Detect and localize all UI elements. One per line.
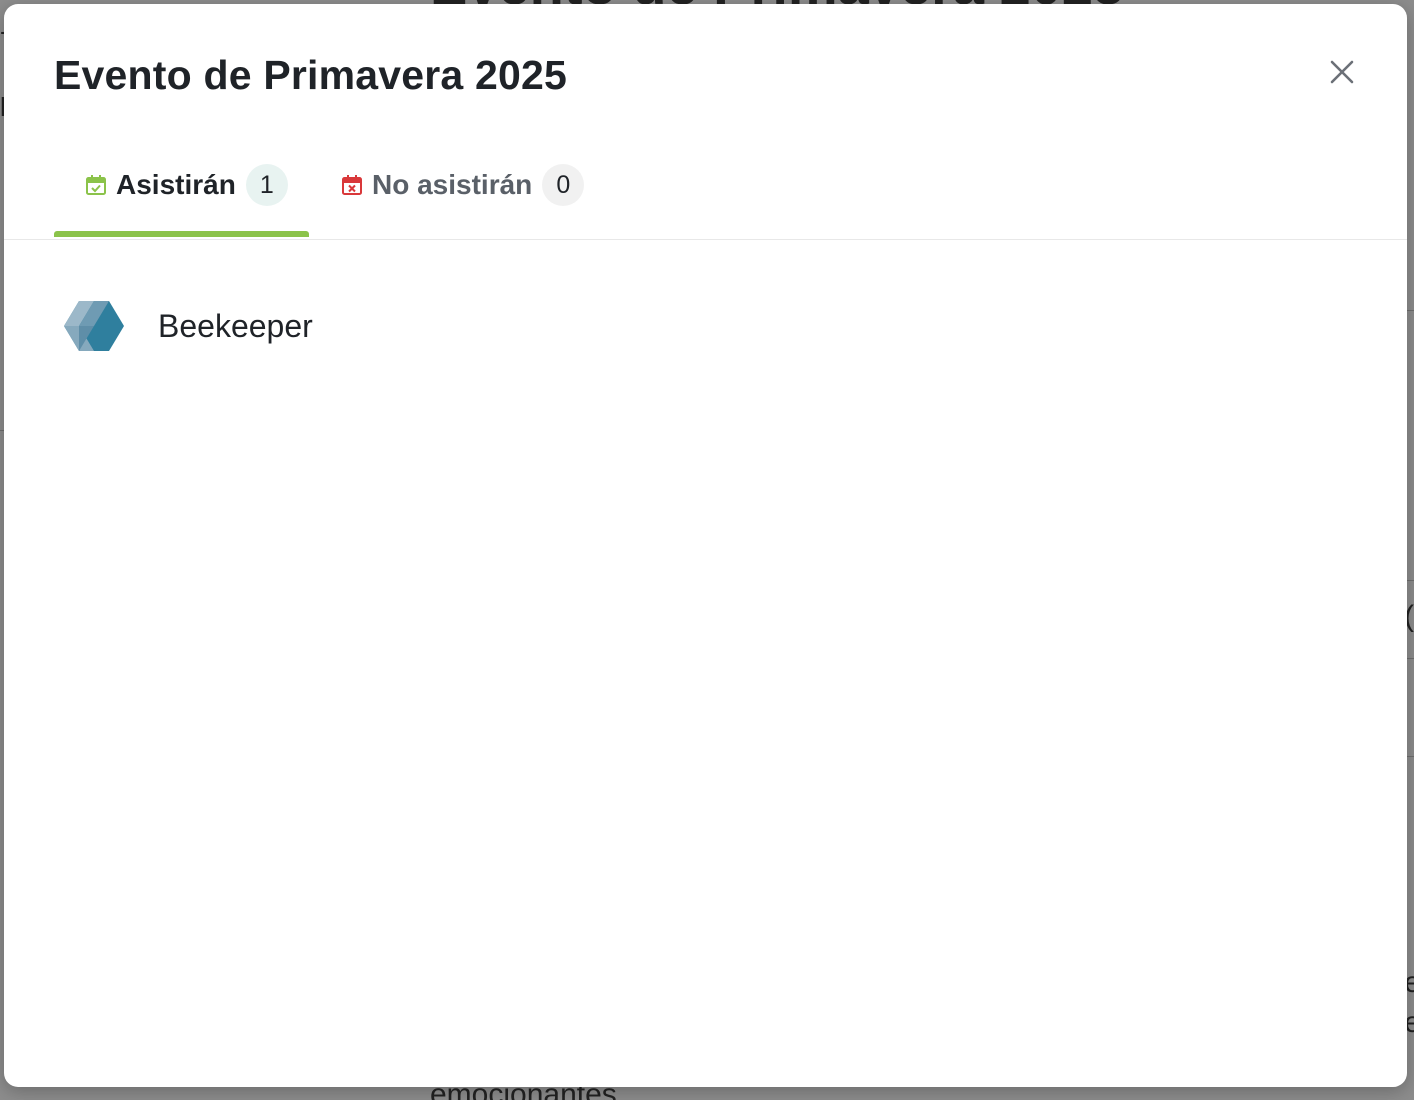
- attendance-tabs: Asistirán 1 No asistirán 0: [4, 134, 1407, 240]
- close-button[interactable]: [1322, 52, 1362, 92]
- tab-attending-count: 1: [245, 164, 288, 206]
- tab-attending[interactable]: Asistirán 1: [84, 160, 288, 210]
- background-divider: [1406, 658, 1414, 659]
- background-divider: [1406, 310, 1414, 311]
- calendar-check-icon: [84, 173, 108, 197]
- tab-not-attending-count: 0: [542, 164, 585, 206]
- tab-attending-label: Asistirán: [116, 169, 236, 200]
- modal-title: Evento de Primavera 2025: [54, 52, 568, 98]
- attendee-item[interactable]: Beekeeper: [64, 300, 313, 352]
- background-divider: [1406, 580, 1414, 581]
- tab-not-attending-label: No asistirán: [372, 169, 533, 200]
- tab-not-attending[interactable]: No asistirán 0: [340, 160, 585, 210]
- attendee-name: Beekeeper: [158, 307, 313, 344]
- beekeeper-logo-icon: [64, 300, 124, 352]
- attendance-modal: Evento de Primavera 2025 Asistirán 1 No …: [4, 4, 1407, 1087]
- background-divider: [1406, 756, 1414, 757]
- calendar-x-icon: [340, 173, 364, 197]
- active-tab-indicator: [54, 231, 309, 237]
- close-icon: [1330, 60, 1354, 84]
